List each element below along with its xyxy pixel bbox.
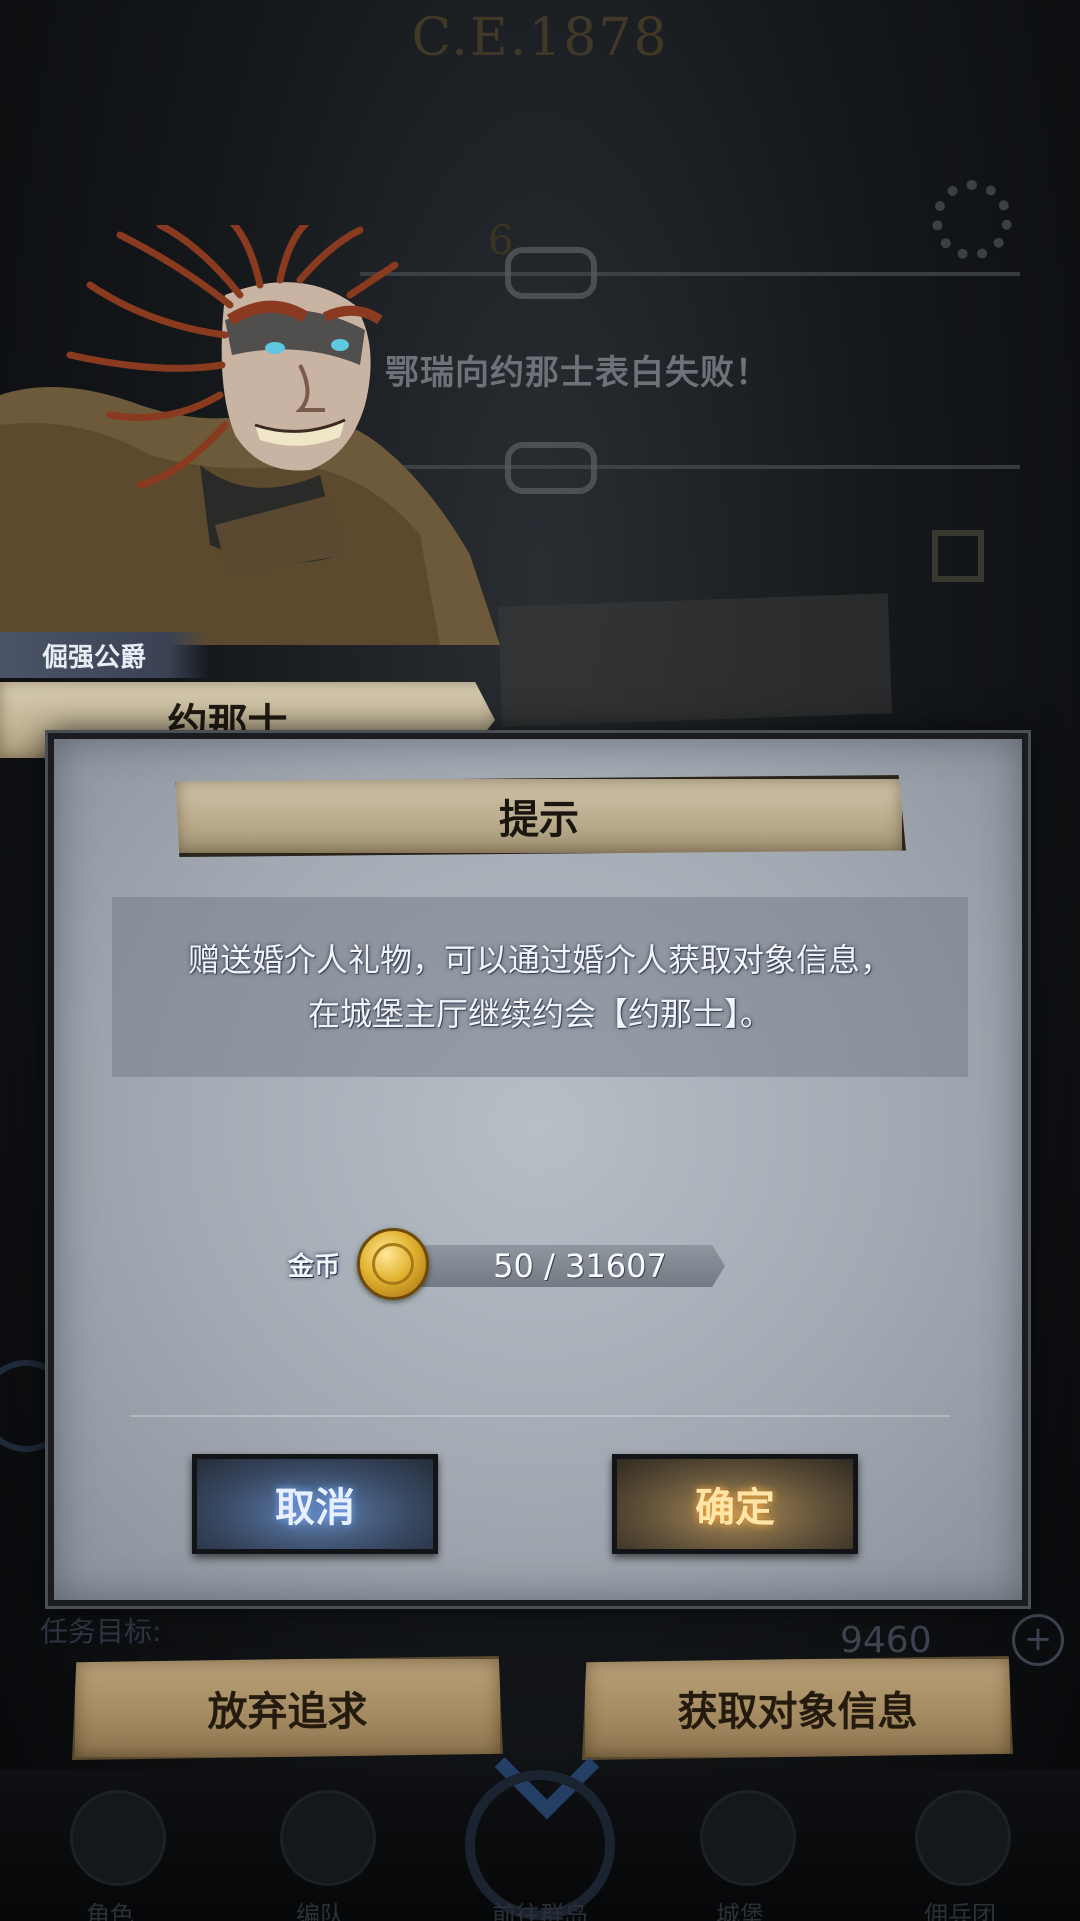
tab-islands[interactable]: 前往群岛 (460, 1895, 620, 1921)
background-paper (498, 593, 892, 727)
add-gold-icon: + (1012, 1614, 1064, 1666)
gold-coin-icon (357, 1228, 429, 1300)
tab-role[interactable]: 角色 (30, 1895, 190, 1921)
game-screen: C.E.1878 6 鄂瑞向约那士表白失败！ 任务目标: 9460 + 放弃追求… (0, 0, 1080, 1921)
dialog-message-line: 赠送婚介人礼物，可以通过婚介人获取对象信息， (187, 941, 892, 979)
dialog-message-line: 在城堡主厅继续约会【约那士】。 (307, 995, 772, 1033)
character-portrait (0, 225, 500, 645)
team-icon (280, 1790, 376, 1886)
currency-label: 金币 (288, 1252, 341, 1282)
year-label: C.E.1878 (411, 8, 669, 68)
dialog-title: 提示 (175, 775, 906, 857)
tab-castle[interactable]: 城堡 (660, 1895, 820, 1921)
tab-mercenary[interactable]: 佣兵团 (880, 1895, 1040, 1921)
role-icon (70, 1790, 166, 1886)
gear-icon (932, 180, 1012, 260)
divider (130, 1415, 950, 1417)
gold-amount: 9460 (840, 1620, 932, 1661)
confirm-button[interactable]: 确定 (612, 1454, 858, 1554)
grid-icon (932, 530, 984, 582)
cancel-button[interactable]: 取消 (192, 1454, 438, 1554)
get-info-button[interactable]: 获取对象信息 (582, 1656, 1013, 1760)
mercenary-icon (915, 1790, 1011, 1886)
task-label: 任务目标: (40, 1615, 162, 1648)
give-up-button[interactable]: 放弃追求 (72, 1656, 503, 1760)
castle-icon (700, 1790, 796, 1886)
currency-amount: 50 / 31607 (405, 1245, 725, 1287)
tab-team[interactable]: 编队 (240, 1895, 400, 1921)
dialog-message: 赠送婚介人礼物，可以通过婚介人获取对象信息， 在城堡主厅继续约会【约那士】。 (112, 897, 968, 1077)
character-rank: 倔强公爵 (0, 632, 210, 678)
